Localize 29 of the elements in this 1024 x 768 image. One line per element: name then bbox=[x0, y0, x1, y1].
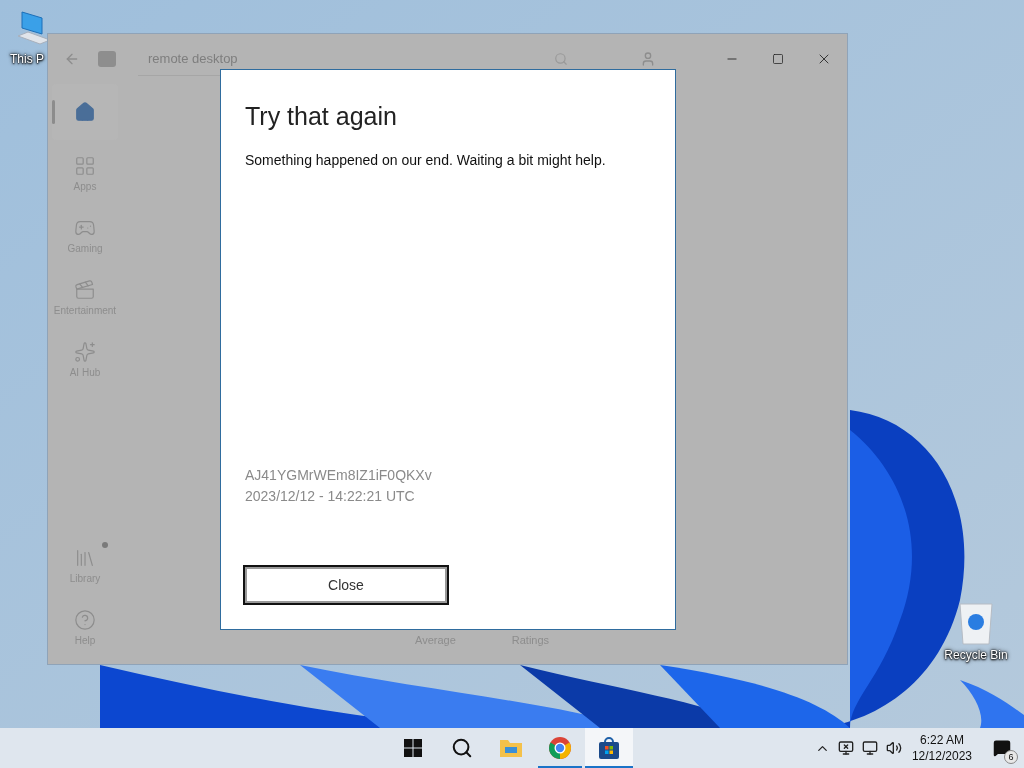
desktop-icon-label: Recycle Bin bbox=[944, 647, 1008, 664]
windows-logo-icon bbox=[404, 739, 422, 757]
home-icon bbox=[74, 101, 96, 123]
dialog-title: Try that again bbox=[245, 101, 398, 132]
maximize-icon[interactable] bbox=[772, 53, 784, 65]
trash-bin-icon[interactable] bbox=[956, 600, 996, 646]
monitor-icon[interactable] bbox=[837, 740, 854, 756]
sparkle-icon bbox=[74, 340, 96, 363]
selection-indicator bbox=[52, 100, 55, 124]
notification-icon[interactable] bbox=[993, 739, 1011, 757]
folder-icon bbox=[499, 738, 523, 758]
shopping-bag-icon bbox=[597, 736, 621, 760]
clock[interactable]: 6:22 AM 12/12/2023 bbox=[911, 732, 972, 764]
help-icon bbox=[74, 608, 96, 631]
notification-count: 6 bbox=[1004, 750, 1018, 764]
running-indicator bbox=[585, 766, 633, 768]
dialog-message: Something happened on our end. Waiting a bit might help. bbox=[245, 150, 607, 170]
search-icon bbox=[451, 737, 473, 759]
running-indicator bbox=[538, 766, 582, 768]
close-button[interactable]: Close bbox=[243, 565, 449, 605]
network-icon[interactable] bbox=[861, 740, 878, 756]
grid-icon bbox=[74, 154, 96, 177]
desktop-icon-label: This P bbox=[10, 51, 44, 68]
timestamp: 2023/12/12 - 14:22:21 UTC bbox=[245, 487, 416, 506]
clapperboard-icon bbox=[74, 278, 96, 301]
volume-icon[interactable] bbox=[885, 740, 902, 756]
taskbar-app[interactable] bbox=[585, 728, 633, 768]
error-code: AJ41YGMrWEm8IZ1iF0QKXv bbox=[245, 466, 433, 485]
chrome-icon bbox=[548, 736, 572, 760]
